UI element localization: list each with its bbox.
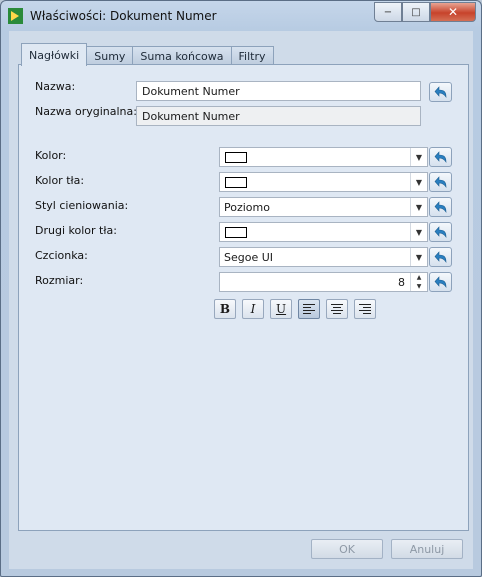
properties-window: Właściwości: Dokument Numer − □ ✕ Nagłów… (0, 0, 482, 577)
drugi-kolor-tla-select[interactable]: ▼ (219, 222, 428, 242)
align-right-icon (359, 304, 371, 314)
rozmiar-value: 8 (398, 276, 405, 289)
underline-button[interactable]: U (270, 299, 292, 319)
reset-arrow-icon (434, 151, 446, 163)
color-swatch (225, 152, 247, 163)
reset-arrow-icon (434, 86, 446, 98)
ok-button[interactable]: OK (311, 539, 383, 559)
tab-panel: Nazwa: Dokument Numer Nazwa oryginalna: … (18, 64, 469, 531)
kolor-label: Kolor: (35, 149, 67, 162)
reset-arrow-icon (434, 276, 446, 288)
kolor-select[interactable]: ▼ (219, 147, 428, 167)
cancel-button[interactable]: Anuluj (391, 539, 463, 559)
rozmiar-label: Rozmiar: (35, 274, 84, 287)
tab-strip: Nagłówki Sumy Suma końcowa Filtry (21, 43, 274, 66)
drugi-kolor-tla-label: Drugi kolor tła: (35, 224, 117, 237)
reset-arrow-icon (434, 201, 446, 213)
chevron-down-icon[interactable]: ▼ (410, 198, 427, 216)
chevron-down-icon[interactable]: ▼ (410, 223, 427, 241)
align-left-button[interactable] (298, 299, 320, 319)
czcionka-value: Segoe UI (224, 251, 274, 264)
chevron-down-icon[interactable]: ▼ (410, 173, 427, 191)
bold-button[interactable]: B (214, 299, 236, 319)
tab-sumy[interactable]: Sumy (86, 46, 134, 66)
reset-arrow-icon (434, 226, 446, 238)
close-button[interactable]: ✕ (430, 2, 476, 22)
title-bar[interactable]: Właściwości: Dokument Numer − □ ✕ (1, 1, 481, 31)
app-logo-icon (8, 8, 23, 24)
align-center-button[interactable] (326, 299, 348, 319)
styl-cieniowania-value: Poziomo (224, 201, 270, 214)
spin-arrows-icon[interactable]: ▲ ▼ (410, 273, 427, 291)
reset-kolor-button[interactable] (429, 147, 452, 167)
czcionka-select[interactable]: Segoe UI ▼ (219, 247, 428, 267)
nazwa-oryginalna-field: Dokument Numer (136, 106, 421, 126)
reset-nazwa-button[interactable] (429, 82, 452, 102)
reset-czcionka-button[interactable] (429, 247, 452, 267)
styl-cieniowania-label: Styl cieniowania: (35, 199, 129, 212)
styl-cieniowania-select[interactable]: Poziomo ▼ (219, 197, 428, 217)
nazwa-input[interactable]: Dokument Numer (136, 81, 421, 101)
kolor-tla-label: Kolor tła: (35, 174, 85, 187)
align-right-button[interactable] (354, 299, 376, 319)
window-title: Właściwości: Dokument Numer (30, 9, 217, 23)
nazwa-label: Nazwa: (35, 80, 76, 93)
czcionka-label: Czcionka: (35, 249, 88, 262)
reset-rozmiar-button[interactable] (429, 272, 452, 292)
reset-arrow-icon (434, 251, 446, 263)
reset-kolor-tla-button[interactable] (429, 172, 452, 192)
italic-button[interactable]: I (242, 299, 264, 319)
reset-styl-button[interactable] (429, 197, 452, 217)
minimize-button[interactable]: − (374, 2, 402, 22)
chevron-down-icon[interactable]: ▼ (410, 248, 427, 266)
color-swatch (225, 177, 247, 188)
rozmiar-stepper[interactable]: 8 ▲ ▼ (219, 272, 428, 292)
nazwa-oryginalna-label: Nazwa oryginalna: (35, 105, 137, 118)
reset-arrow-icon (434, 176, 446, 188)
tab-filtry[interactable]: Filtry (230, 46, 274, 66)
kolor-tla-select[interactable]: ▼ (219, 172, 428, 192)
tab-naglowki[interactable]: Nagłówki (21, 43, 88, 66)
chevron-down-icon[interactable]: ▼ (410, 148, 427, 166)
maximize-button[interactable]: □ (402, 2, 430, 22)
dialog-body: Nagłówki Sumy Suma końcowa Filtry Nazwa:… (9, 31, 473, 569)
reset-drugi-kolor-button[interactable] (429, 222, 452, 242)
align-center-icon (331, 304, 343, 314)
color-swatch (225, 227, 247, 238)
align-left-icon (303, 304, 315, 314)
tab-suma-koncowa[interactable]: Suma końcowa (132, 46, 232, 66)
